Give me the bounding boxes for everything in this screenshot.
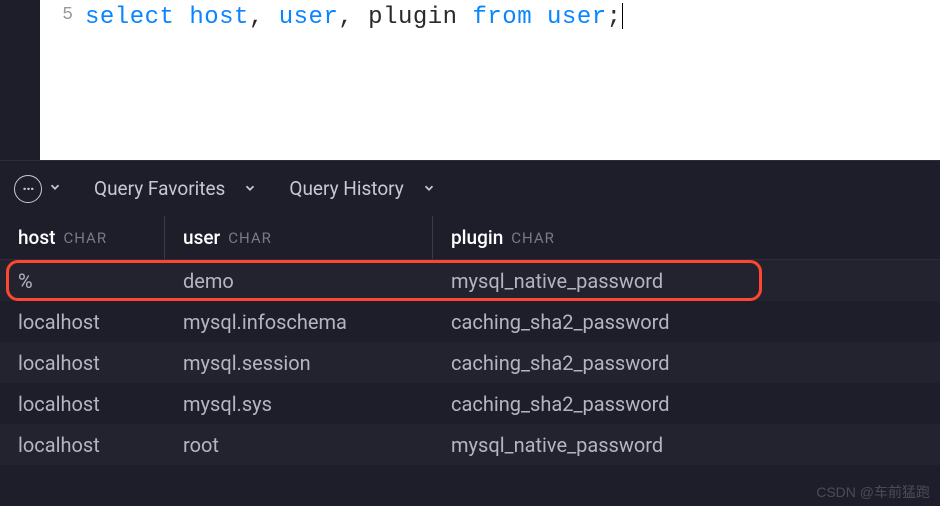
line-number: 5 — [62, 5, 73, 25]
cell-host: localhost — [0, 392, 165, 416]
column-header-user[interactable]: user CHAR — [165, 216, 433, 259]
cell-user: mysql.session — [165, 351, 433, 375]
cell-user: demo — [165, 269, 433, 293]
table-row[interactable]: localhost mysql.sys caching_sha2_passwor… — [0, 383, 940, 424]
chevron-down-icon — [422, 177, 436, 200]
sql-editor[interactable]: 5 select host, user, plugin from user; — [0, 0, 940, 160]
identifier-user-table: user — [547, 4, 607, 31]
column-header-plugin[interactable]: plugin CHAR — [433, 216, 940, 259]
table-row[interactable]: localhost mysql.session caching_sha2_pas… — [0, 342, 940, 383]
cell-plugin: caching_sha2_password — [433, 310, 940, 334]
table-row[interactable]: localhost mysql.infoschema caching_sha2_… — [0, 301, 940, 342]
query-history-label: Query History — [289, 177, 403, 200]
chevron-down-icon — [243, 177, 257, 200]
identifier-host: host — [189, 4, 249, 31]
identifier-user: user — [279, 4, 339, 31]
cell-host: % — [0, 269, 165, 293]
cell-plugin: caching_sha2_password — [433, 392, 940, 416]
line-gutter: 5 — [40, 0, 85, 160]
watermark: CSDN @车前猛跑 — [816, 482, 930, 502]
code-line: select host, user, plugin from user; — [85, 3, 623, 31]
table-row[interactable]: % demo mysql_native_password — [0, 260, 940, 301]
cursor — [622, 3, 623, 29]
column-header-host[interactable]: host CHAR — [0, 216, 165, 259]
query-favorites-label: Query Favorites — [94, 177, 225, 200]
cell-host: localhost — [0, 351, 165, 375]
cell-plugin: mysql_native_password — [433, 269, 940, 293]
cell-user: mysql.sys — [165, 392, 433, 416]
table-row[interactable]: localhost root mysql_native_password — [0, 424, 940, 465]
results-table-header: host CHAR user CHAR plugin CHAR — [0, 216, 940, 260]
results-toolbar: ··· Query Favorites Query History — [0, 160, 940, 216]
cell-user: mysql.infoschema — [165, 310, 433, 334]
ellipsis-icon: ··· — [14, 175, 42, 203]
query-history-dropdown[interactable]: Query History — [289, 177, 435, 200]
chevron-down-icon — [48, 179, 62, 198]
query-favorites-dropdown[interactable]: Query Favorites — [94, 177, 257, 200]
keyword-from: from — [473, 4, 533, 31]
code-content[interactable]: select host, user, plugin from user; — [85, 0, 623, 160]
cell-plugin: mysql_native_password — [433, 433, 940, 457]
identifier-plugin: plugin — [368, 4, 472, 31]
cell-host: localhost — [0, 310, 165, 334]
more-menu-button[interactable]: ··· — [14, 175, 62, 203]
keyword-select: select — [85, 4, 174, 31]
cell-host: localhost — [0, 433, 165, 457]
cell-user: root — [165, 433, 433, 457]
cell-plugin: caching_sha2_password — [433, 351, 940, 375]
results-table-body: % demo mysql_native_password localhost m… — [0, 260, 940, 465]
